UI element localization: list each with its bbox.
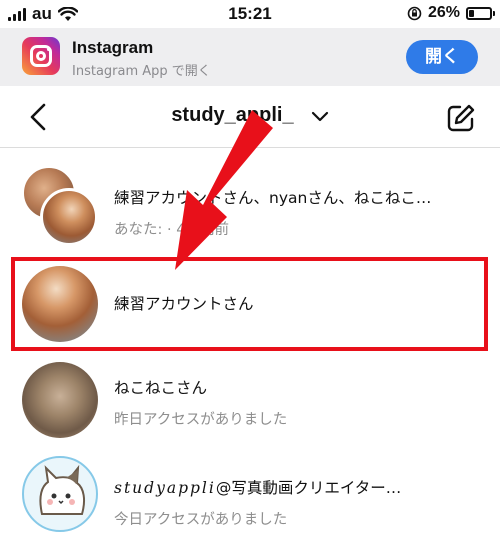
annotation-highlight-box (11, 257, 488, 351)
account-switcher[interactable]: study_appli_ (0, 104, 500, 127)
thread-subtitle: 昨日アクセスがありました (114, 412, 288, 428)
battery-fill (469, 9, 474, 17)
thread-row[interactable]: studyappli@写真動画クリエイター… 今日アクセスがありました (0, 446, 500, 542)
instagram-logo-icon (22, 37, 60, 75)
thread-name: studyappli@写真動画クリエイター… (114, 476, 401, 498)
cartoon-cat-icon (39, 464, 86, 515)
battery-percent: 26% (427, 4, 460, 21)
app-name: Instagram (72, 38, 154, 57)
thread-row[interactable]: 練習アカウントさん、nyanさん、ねこねこ… あなた: · 4時間前 (0, 150, 500, 246)
open-app-button[interactable]: 開く (406, 40, 478, 74)
app-banner: Instagram Instagram App で開く 開く (0, 28, 500, 86)
dog-avatar-small (40, 188, 98, 246)
cat-avatar (22, 362, 98, 438)
thread-text: ねこねこさん 昨日アクセスがありました (114, 376, 287, 429)
battery-icon (466, 6, 495, 20)
account-title: study_appli_ (171, 104, 294, 126)
dm-header: study_appli_ (0, 86, 500, 148)
thread-name: ねこねこさん (114, 379, 208, 397)
thread-name-rest: @写真動画クリエイター… (215, 479, 402, 497)
thread-subtitle: 今日アクセスがありました (114, 512, 288, 528)
thread-row[interactable]: ねこねこさん 昨日アクセスがありました (0, 352, 500, 448)
thread-text: studyappli@写真動画クリエイター… 今日アクセスがありました (114, 476, 401, 529)
thread-name: 練習アカウントさん、nyanさん、ねこねこ… (114, 189, 432, 207)
cartoon-cat-avatar (22, 456, 98, 532)
status-bar: au 15:21 26% (0, 0, 500, 28)
thread-text: 練習アカウントさん、nyanさん、ねこねこ… あなた: · 4時間前 (114, 186, 431, 239)
status-right: 26% (407, 4, 495, 22)
orientation-lock-icon (407, 6, 422, 20)
chevron-down-icon (311, 111, 328, 121)
app-subtitle: Instagram App で開く (72, 64, 211, 79)
thread-name-script: studyappli (114, 479, 216, 497)
compose-icon[interactable] (446, 103, 476, 133)
thread-subtitle: あなた: · 4時間前 (114, 222, 229, 238)
